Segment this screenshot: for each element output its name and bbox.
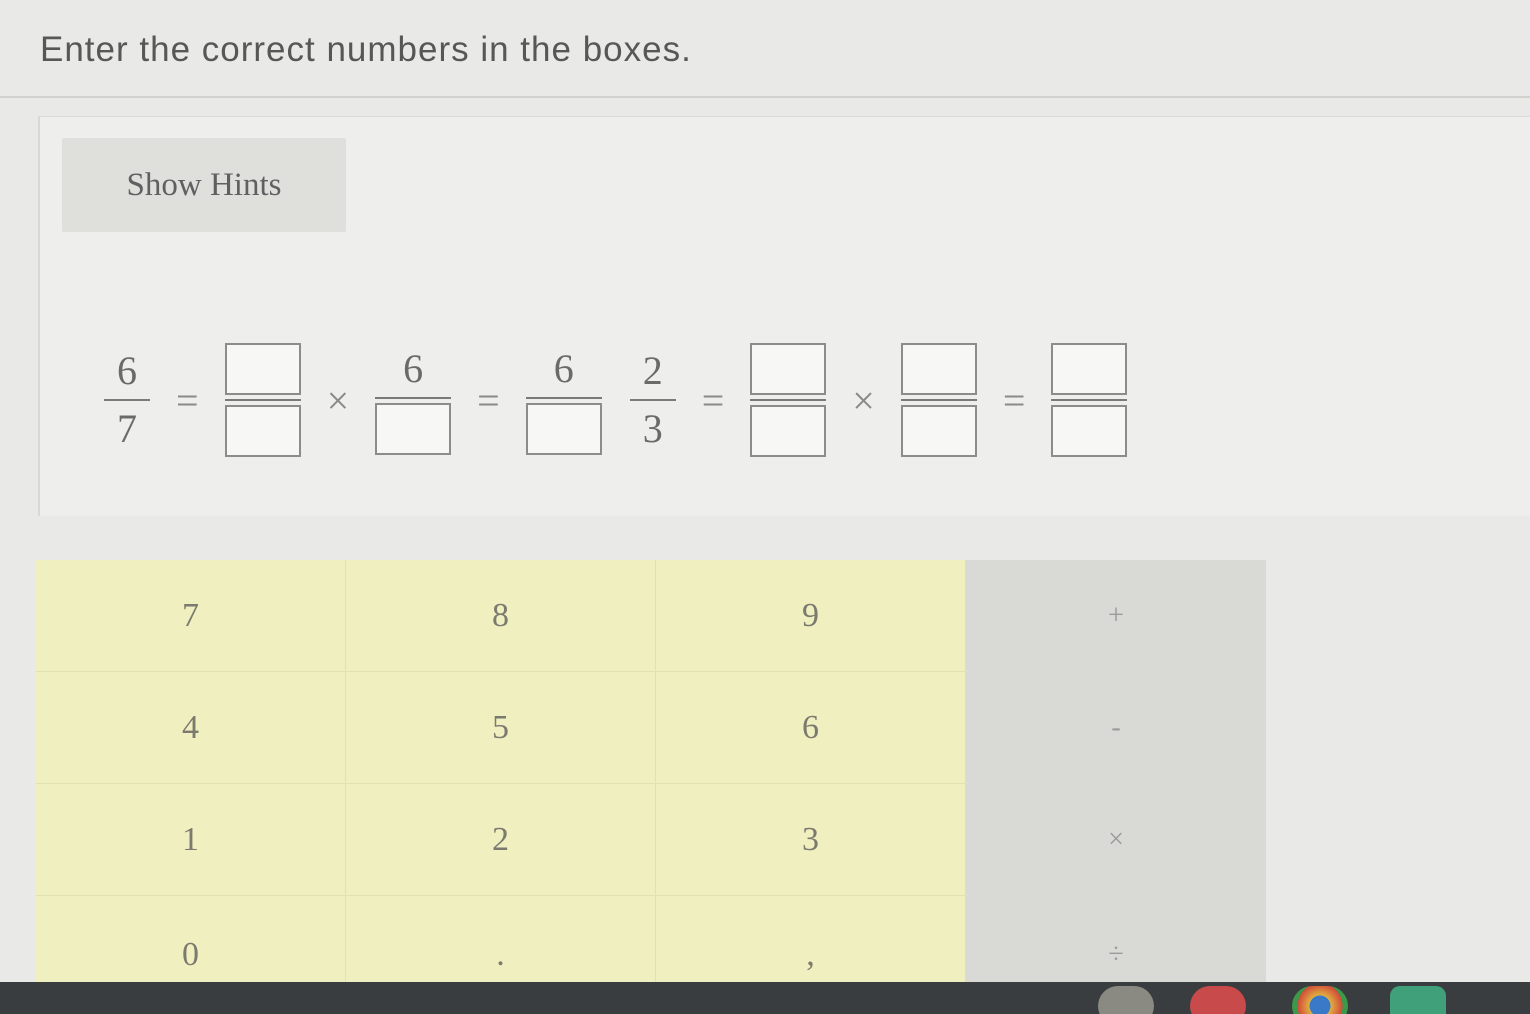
- fraction-bar: [750, 399, 827, 401]
- number-keypad: 7 8 9 4 5 6 1 2 3 0 . ,: [36, 560, 966, 1014]
- key-3[interactable]: 3: [656, 784, 966, 896]
- answer-box-1-denominator[interactable]: [224, 405, 301, 457]
- equation-area: 6 7 = × 6 = 6 2 3 = × =: [90, 320, 1390, 480]
- answer-box-5-numerator[interactable]: [900, 343, 977, 395]
- blank-fraction-4: [750, 343, 827, 457]
- fraction-2-3: 2 3: [629, 347, 676, 453]
- fraction-6-blank: 6: [375, 345, 452, 455]
- key-9[interactable]: 9: [656, 560, 966, 672]
- fraction-bar: [1051, 399, 1128, 401]
- key-7[interactable]: 7: [36, 560, 346, 672]
- equals-sign: =: [701, 377, 725, 423]
- fraction-numerator: 6: [117, 348, 137, 393]
- fraction-denominator: 3: [642, 406, 663, 451]
- key-5[interactable]: 5: [346, 672, 656, 784]
- answer-box-3-denominator[interactable]: [525, 403, 602, 455]
- divider: [0, 96, 1530, 98]
- fraction-6-blank-result: 6: [525, 345, 602, 455]
- launcher-icon[interactable]: [1098, 986, 1154, 1014]
- answer-box-4-denominator[interactable]: [750, 405, 827, 457]
- fraction-bar: [900, 399, 977, 401]
- key-plus[interactable]: +: [966, 560, 1266, 672]
- app-icon[interactable]: [1190, 986, 1246, 1014]
- key-6[interactable]: 6: [656, 672, 966, 784]
- key-times[interactable]: ×: [966, 784, 1266, 896]
- fraction-bar: [525, 397, 602, 399]
- classroom-icon[interactable]: [1390, 986, 1446, 1014]
- blank-fraction-6: [1051, 343, 1128, 457]
- show-hints-button[interactable]: Show Hints: [62, 138, 346, 232]
- fraction-numerator: 6: [403, 346, 424, 391]
- operator-keypad: + - × ÷: [966, 560, 1266, 1014]
- answer-box-6-numerator[interactable]: [1051, 343, 1128, 395]
- key-1[interactable]: 1: [36, 784, 346, 896]
- equals-sign: =: [1002, 377, 1026, 423]
- fraction-bar: [224, 399, 301, 401]
- equals-sign: =: [477, 377, 500, 423]
- times-sign: ×: [852, 377, 875, 423]
- key-2[interactable]: 2: [346, 784, 656, 896]
- answer-box-5-denominator[interactable]: [900, 405, 977, 457]
- fraction-denominator: 7: [117, 406, 137, 451]
- chrome-icon[interactable]: [1292, 986, 1348, 1014]
- key-minus[interactable]: -: [966, 672, 1266, 784]
- instruction-text: Enter the correct numbers in the boxes.: [40, 30, 692, 69]
- fraction-bar: [629, 399, 676, 401]
- equals-sign: =: [176, 377, 199, 423]
- math-keypad: 7 8 9 4 5 6 1 2 3 0 . , + - × ÷: [36, 560, 1266, 1014]
- key-8[interactable]: 8: [346, 560, 656, 672]
- fraction-6-7: 6 7: [104, 347, 150, 453]
- key-4[interactable]: 4: [36, 672, 346, 784]
- blank-fraction-1: [224, 343, 301, 457]
- answer-box-6-denominator[interactable]: [1051, 405, 1128, 457]
- times-sign: ×: [326, 377, 350, 423]
- fraction-numerator: 2: [642, 348, 663, 393]
- blank-fraction-5: [900, 343, 977, 457]
- fraction-numerator: 6: [553, 346, 574, 391]
- answer-box-4-numerator[interactable]: [750, 343, 827, 395]
- answer-box-1-numerator[interactable]: [224, 343, 301, 395]
- fraction-bar: [375, 397, 452, 399]
- fraction-bar: [104, 399, 150, 401]
- answer-box-2-denominator[interactable]: [375, 403, 452, 455]
